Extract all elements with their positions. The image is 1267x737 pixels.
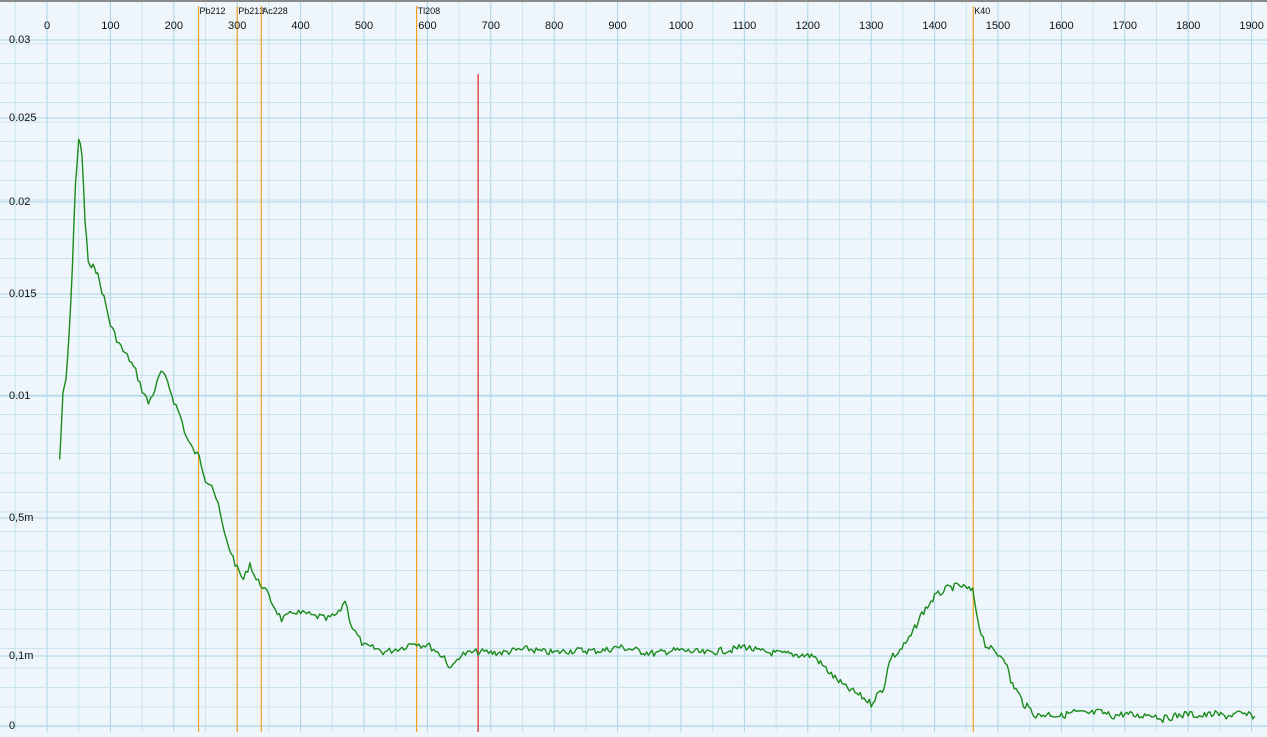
- y-tick-label: 0.015: [9, 288, 37, 300]
- x-tick-label: 1300: [859, 20, 883, 32]
- x-tick-label: 800: [545, 20, 563, 32]
- x-tick-label: 600: [418, 20, 436, 32]
- x-tick-label: 200: [165, 20, 183, 32]
- x-tick-label: 700: [482, 20, 500, 32]
- y-tick-label: 0,5m: [9, 512, 33, 524]
- x-tick-label: 1600: [1049, 20, 1073, 32]
- x-tick-label: 1000: [669, 20, 693, 32]
- x-tick-label: 900: [608, 20, 626, 32]
- x-tick-label: 1900: [1239, 20, 1263, 32]
- y-tick-label: 0: [9, 720, 15, 732]
- x-tick-label: 400: [291, 20, 309, 32]
- x-tick-label: 1200: [796, 20, 820, 32]
- isotope-marker-label: Tl208: [418, 6, 441, 16]
- x-tick-label: 1100: [733, 20, 757, 32]
- y-tick-label: 0.025: [9, 112, 37, 124]
- isotope-marker-label: Ac228: [262, 6, 288, 16]
- chart-canvas[interactable]: Pb212 Pb212Ac228 Tl208 K40 0 100 200 300 400 500…: [0, 0, 1267, 732]
- x-tick-label: 300: [228, 20, 246, 32]
- x-tick-label: 100: [101, 20, 119, 32]
- isotope-marker-label: Pb212: [238, 6, 264, 16]
- isotope-marker-label: K40: [974, 6, 990, 16]
- y-tick-label: 0.02: [9, 196, 30, 208]
- plot-background: [0, 0, 1267, 732]
- x-tick-label: 1500: [986, 20, 1010, 32]
- x-tick-label: 500: [355, 20, 373, 32]
- spectrum-chart[interactable]: Pb212 Pb212 Ac228 Tl208 K40 0 100 200 300 400 500…: [0, 0, 1267, 732]
- y-tick-label: 0,1m: [9, 650, 33, 662]
- x-tick-label: 1700: [1113, 20, 1137, 32]
- y-tick-label: 0.01: [9, 390, 30, 402]
- x-tick-label: 1800: [1176, 20, 1200, 32]
- x-tick-label: 0: [44, 20, 50, 32]
- isotope-marker-label: Pb212: [200, 6, 226, 16]
- y-tick-label: 0.03: [9, 34, 30, 46]
- x-tick-label: 1400: [922, 20, 946, 32]
